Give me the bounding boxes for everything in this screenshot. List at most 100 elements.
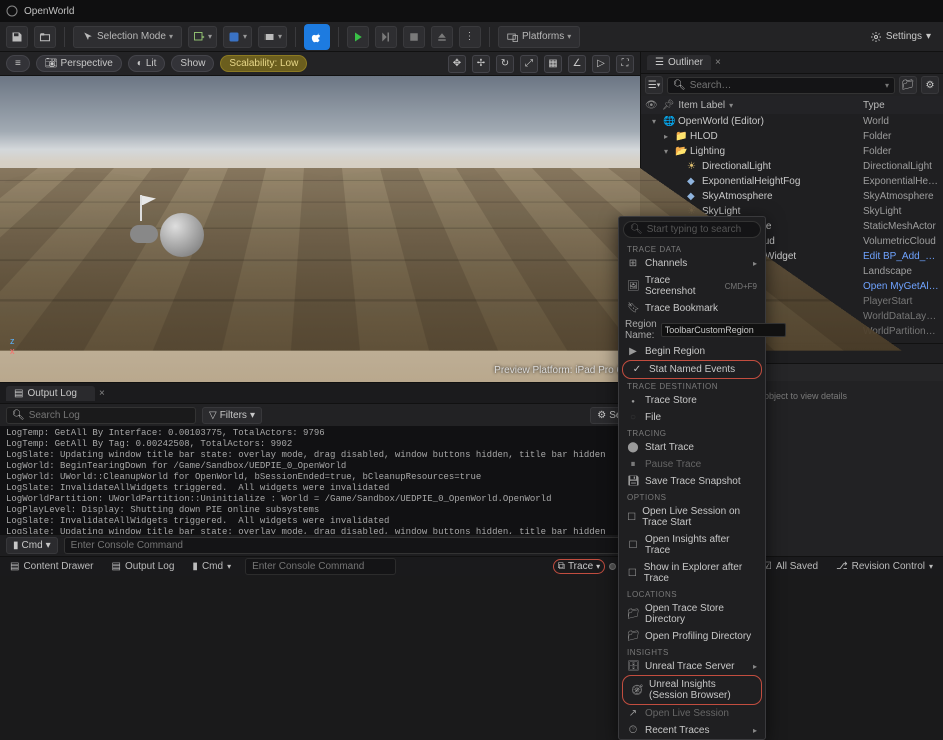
eye-icon[interactable]: 👁︎ bbox=[645, 100, 658, 111]
tm-trace-bookmark[interactable]: 🔖︎Trace Bookmark bbox=[619, 300, 765, 317]
chevron-down-icon[interactable]: ▾ bbox=[885, 81, 889, 90]
pin-icon[interactable]: 📌︎ bbox=[662, 100, 675, 111]
tm-recent-traces[interactable]: 🕑︎Recent Traces▸ bbox=[619, 722, 765, 739]
play-button[interactable] bbox=[347, 26, 369, 48]
browse-button[interactable] bbox=[34, 26, 56, 48]
expand-toggle[interactable]: ▾ bbox=[664, 147, 672, 156]
tm-trace-screenshot[interactable]: 🖼︎Trace ScreenshotCMD+F9 bbox=[619, 272, 765, 300]
sb-revision-control-dropdown[interactable]: ⎇Revision Control▾ bbox=[832, 561, 937, 572]
sb-cmd-dropdown[interactable]: ▮Cmd▾ bbox=[188, 561, 235, 572]
new-folder-button[interactable]: 📁︎ bbox=[899, 76, 917, 94]
settings-dropdown[interactable]: Settings ▾ bbox=[864, 31, 937, 43]
tm-save-snapshot[interactable]: 💾︎Save Trace Snapshot bbox=[619, 473, 765, 490]
skip-frame-button[interactable] bbox=[375, 26, 397, 48]
tm-open-live-on-start[interactable]: ☐Open Live Session on Trace Start bbox=[619, 503, 765, 531]
stop-button[interactable] bbox=[403, 26, 425, 48]
tree-row[interactable]: ◆ExponentialHeightFogExponentialHeightFo… bbox=[641, 174, 943, 189]
outliner-search-field[interactable] bbox=[690, 80, 881, 91]
filter-button[interactable]: ☰▾ bbox=[645, 76, 663, 94]
sb-trace-dropdown[interactable]: ⧉ Trace ▾ bbox=[553, 559, 605, 574]
expand-toggle[interactable]: ▸ bbox=[664, 132, 672, 141]
sb-console-input-wrap[interactable] bbox=[245, 558, 396, 575]
close-icon[interactable]: × bbox=[715, 57, 721, 68]
item-type: DirectionalLight bbox=[863, 161, 939, 172]
terminal-icon: ▮ bbox=[192, 561, 198, 572]
axis-gizmo[interactable]: zx bbox=[10, 336, 15, 356]
tm-file[interactable]: ○File bbox=[619, 409, 765, 426]
console-input[interactable] bbox=[71, 540, 627, 551]
output-log-tabbar: ▤ Output Log × bbox=[0, 382, 640, 404]
gizmo-rotate-button[interactable]: ↻ bbox=[496, 55, 514, 73]
item-type[interactable]: Open MyGetAllActors bbox=[863, 281, 939, 292]
perspective-dropdown[interactable]: 📷︎Perspective bbox=[36, 55, 122, 72]
tm-trace-store[interactable]: Trace Store bbox=[619, 392, 765, 409]
player-start-actor[interactable] bbox=[130, 213, 220, 253]
apple-preview-button[interactable] bbox=[304, 24, 330, 50]
eject-button[interactable] bbox=[431, 26, 453, 48]
tm-begin-region[interactable]: ▶Begin Region bbox=[619, 343, 765, 360]
tm-start-trace[interactable]: ⬤Start Trace bbox=[619, 439, 765, 456]
log-search-input[interactable]: 🔍︎ bbox=[6, 407, 196, 424]
tm-show-in-explorer[interactable]: ☐Show in Explorer after Trace bbox=[619, 559, 765, 587]
tree-row[interactable]: ▾📂LightingFolder bbox=[641, 144, 943, 159]
tm-region-input[interactable] bbox=[661, 323, 786, 337]
sb-all-saved[interactable]: ☑All Saved bbox=[759, 561, 822, 572]
snap-angle-button[interactable]: ∠ bbox=[568, 55, 586, 73]
tm-unreal-trace-server[interactable]: 🗄︎Unreal Trace Server▸ bbox=[619, 658, 765, 675]
tree-row[interactable]: ▾🌐OpenWorld (Editor)World bbox=[641, 114, 943, 129]
cinematics-button[interactable]: ▾ bbox=[258, 26, 287, 48]
item-type: Folder bbox=[863, 146, 939, 157]
outliner-search[interactable]: 🔍︎ ▾ bbox=[667, 77, 895, 94]
sb-output-log-button[interactable]: ▤Output Log bbox=[107, 561, 178, 572]
tm-open-store-dir[interactable]: 📁︎Open Trace Store Directory bbox=[619, 600, 765, 628]
filters-dropdown[interactable]: ▽ Filters ▾ bbox=[202, 407, 262, 424]
maximize-button[interactable]: ⛶ bbox=[616, 55, 634, 73]
item-type[interactable]: Edit BP_Add_GetAll_W… bbox=[863, 251, 939, 262]
selection-mode-dropdown[interactable]: Selection Mode ▾ bbox=[73, 26, 182, 48]
type-header[interactable]: Type bbox=[863, 100, 939, 111]
gizmo-scale-button[interactable]: ⤢ bbox=[520, 55, 538, 73]
viewport-toolbar: ≡ 📷︎Perspective ◐Lit Show Scalability: L… bbox=[0, 52, 640, 76]
add-button[interactable]: ▾ bbox=[188, 26, 217, 48]
blueprint-button[interactable]: ▾ bbox=[223, 26, 252, 48]
item-label-header[interactable]: Item Label bbox=[678, 100, 725, 111]
console-input-wrap[interactable] bbox=[64, 537, 634, 554]
viewport-menu-button[interactable]: ≡ bbox=[6, 55, 30, 72]
close-icon[interactable]: × bbox=[99, 388, 105, 399]
level-viewport[interactable]: zx Preview Platform: iPad Pro 6… bbox=[0, 76, 640, 382]
play-options-button[interactable]: ⋮ bbox=[459, 26, 481, 48]
item-label: OpenWorld (Editor) bbox=[678, 116, 764, 127]
output-log-tab[interactable]: ▤ Output Log bbox=[6, 386, 95, 401]
gizmo-select-button[interactable]: ✥ bbox=[448, 55, 466, 73]
sb-console-input[interactable] bbox=[252, 561, 389, 572]
tree-row[interactable]: ☀DirectionalLightDirectionalLight bbox=[641, 159, 943, 174]
camera-icon: 📷︎ bbox=[45, 58, 58, 69]
console-mode-dropdown[interactable]: ▮ Cmd ▾ bbox=[6, 537, 58, 554]
outliner-settings-button[interactable]: ⚙ bbox=[921, 76, 939, 94]
actor-icon: ◆ bbox=[687, 191, 699, 203]
tm-stat-named-events[interactable]: Stat Named Events bbox=[623, 361, 761, 378]
item-type: ExponentialHeightFog bbox=[863, 176, 939, 187]
expand-toggle[interactable]: ▾ bbox=[652, 117, 660, 126]
tm-channels[interactable]: ⊞Channels▸ bbox=[619, 255, 765, 272]
output-log-body[interactable]: LogTemp: GetAll By Interface: 0.00103775… bbox=[0, 426, 640, 534]
gear-icon bbox=[870, 31, 882, 43]
platforms-dropdown[interactable]: Platforms ▾ bbox=[498, 26, 580, 48]
tree-row[interactable]: ▸📁HLODFolder bbox=[641, 129, 943, 144]
tm-open-profiling-dir[interactable]: 📁︎Open Profiling Directory bbox=[619, 628, 765, 645]
trace-menu-search[interactable]: 🔍︎ Start typing to search bbox=[623, 221, 761, 238]
gizmo-move-button[interactable]: ✢ bbox=[472, 55, 490, 73]
scalability-pill[interactable]: Scalability: Low bbox=[220, 55, 307, 72]
lit-dropdown[interactable]: ◐Lit bbox=[128, 55, 166, 72]
content-drawer-button[interactable]: ▤Content Drawer bbox=[6, 561, 97, 572]
body-row: ≡ 📷︎Perspective ◐Lit Show Scalability: L… bbox=[0, 52, 943, 556]
preview-platform-overlay: Preview Platform: iPad Pro 6… bbox=[494, 365, 632, 376]
outliner-tab[interactable]: ☰ Outliner bbox=[647, 55, 711, 70]
show-dropdown[interactable]: Show bbox=[171, 55, 214, 72]
camera-speed-button[interactable]: ▷ bbox=[592, 55, 610, 73]
save-button[interactable] bbox=[6, 26, 28, 48]
snap-grid-button[interactable]: ▦ bbox=[544, 55, 562, 73]
tm-session-browser[interactable]: 🧭︎Unreal Insights (Session Browser) bbox=[623, 676, 761, 704]
tm-open-insights-after[interactable]: ☐Open Insights after Trace bbox=[619, 531, 765, 559]
log-search-field[interactable] bbox=[29, 410, 190, 421]
